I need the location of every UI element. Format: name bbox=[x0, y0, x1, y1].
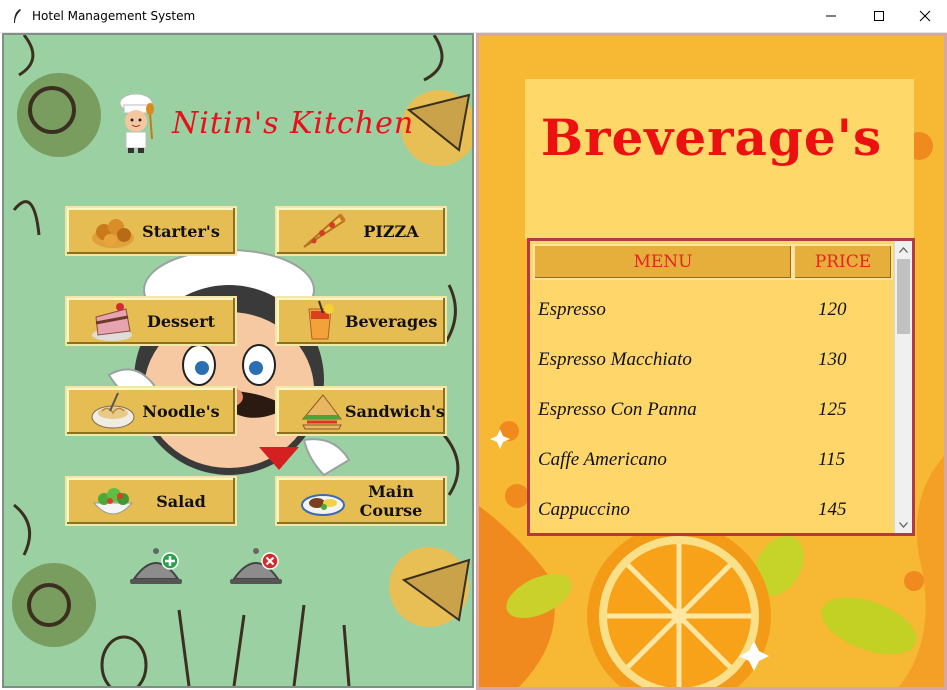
beverages-heading: Breverage's bbox=[540, 108, 883, 167]
chevron-up-icon bbox=[899, 246, 908, 253]
row-item: Espresso bbox=[538, 299, 606, 320]
cake-icon bbox=[89, 299, 137, 343]
pizza-slice-icon bbox=[299, 209, 347, 253]
price-column-header[interactable]: PRICE bbox=[793, 244, 893, 280]
salad-label: Salad bbox=[156, 491, 206, 511]
beverage-menu-panel: Breverage's MENU PRICE Espresso 120 Espr… bbox=[476, 33, 947, 690]
noodle-bowl-icon bbox=[89, 389, 137, 433]
chevron-down-icon bbox=[899, 521, 908, 528]
dessert-button[interactable]: Dessert bbox=[65, 296, 237, 346]
vertical-scrollbar[interactable] bbox=[894, 241, 912, 533]
kitchen-title: Nitin's Kitchen bbox=[172, 105, 415, 141]
pizza-button[interactable]: PIZZA bbox=[275, 206, 447, 256]
row-item: Cappuccino bbox=[538, 499, 630, 520]
noodles-label: Noodle's bbox=[142, 401, 220, 421]
chef-icon bbox=[119, 93, 154, 153]
feather-app-icon bbox=[10, 8, 24, 24]
table-row[interactable]: Espresso 120 bbox=[538, 285, 890, 335]
row-item: Caffe Americano bbox=[538, 449, 667, 470]
drink-glass-icon bbox=[299, 299, 345, 343]
main-course-plate-icon bbox=[299, 479, 347, 523]
table-row[interactable]: Espresso Con Panna 125 bbox=[538, 385, 890, 435]
main-course-label: Main Course bbox=[359, 482, 423, 520]
minimize-icon bbox=[826, 15, 836, 17]
maximize-button[interactable] bbox=[856, 0, 902, 32]
remove-order-cloche-icon bbox=[230, 548, 282, 584]
close-button[interactable] bbox=[902, 0, 947, 32]
starter-food-icon bbox=[89, 209, 137, 253]
row-price: 125 bbox=[818, 399, 847, 420]
beverages-button[interactable]: Beverages bbox=[275, 296, 447, 346]
dessert-label: Dessert bbox=[146, 311, 216, 331]
beverages-label: Beverages bbox=[345, 311, 438, 331]
table-rows: Espresso 120 Espresso Macchiato 130 Espr… bbox=[538, 285, 890, 535]
add-order-cloche-icon bbox=[130, 548, 182, 584]
add-order-button[interactable] bbox=[128, 543, 184, 589]
row-price: 130 bbox=[818, 349, 847, 370]
food-category-panel: Nitin's Kitchen Starter's PIZZA Dessert … bbox=[2, 33, 474, 688]
sandwich-icon bbox=[299, 389, 345, 433]
beverage-table: MENU PRICE Espresso 120 Espresso Macchia… bbox=[527, 238, 915, 536]
scroll-up-button[interactable] bbox=[895, 241, 912, 258]
window-title: Hotel Management System bbox=[32, 9, 196, 23]
main-course-button[interactable]: Main Course bbox=[275, 476, 447, 526]
scroll-down-button[interactable] bbox=[895, 516, 912, 533]
starters-button[interactable]: Starter's bbox=[65, 206, 237, 256]
table-row[interactable]: Cappuccino 145 bbox=[538, 485, 890, 535]
close-icon bbox=[919, 10, 931, 22]
table-row[interactable]: Espresso Macchiato 130 bbox=[538, 335, 890, 385]
starters-label: Starter's bbox=[142, 221, 220, 241]
salad-bowl-icon bbox=[89, 479, 137, 523]
sandwich-button[interactable]: Sandwich's bbox=[275, 386, 447, 436]
scrollbar-thumb[interactable] bbox=[897, 259, 910, 334]
row-item: Espresso Macchiato bbox=[538, 349, 692, 370]
sandwich-label: Sandwich's bbox=[345, 401, 445, 421]
salad-button[interactable]: Salad bbox=[65, 476, 237, 526]
table-header: MENU PRICE bbox=[533, 244, 893, 280]
maximize-icon bbox=[874, 11, 884, 21]
row-price: 115 bbox=[818, 449, 846, 470]
minimize-button[interactable] bbox=[808, 0, 854, 32]
row-price: 120 bbox=[818, 299, 847, 320]
menu-column-header[interactable]: MENU bbox=[533, 244, 793, 280]
row-item: Espresso Con Panna bbox=[538, 399, 697, 420]
table-row[interactable]: Caffe Americano 115 bbox=[538, 435, 890, 485]
noodles-button[interactable]: Noodle's bbox=[65, 386, 237, 436]
pizza-label: PIZZA bbox=[363, 221, 419, 241]
title-bar: Hotel Management System bbox=[0, 0, 947, 33]
remove-order-button[interactable] bbox=[228, 543, 284, 589]
row-price: 145 bbox=[818, 499, 847, 520]
kitchen-brand: Nitin's Kitchen bbox=[114, 93, 414, 153]
